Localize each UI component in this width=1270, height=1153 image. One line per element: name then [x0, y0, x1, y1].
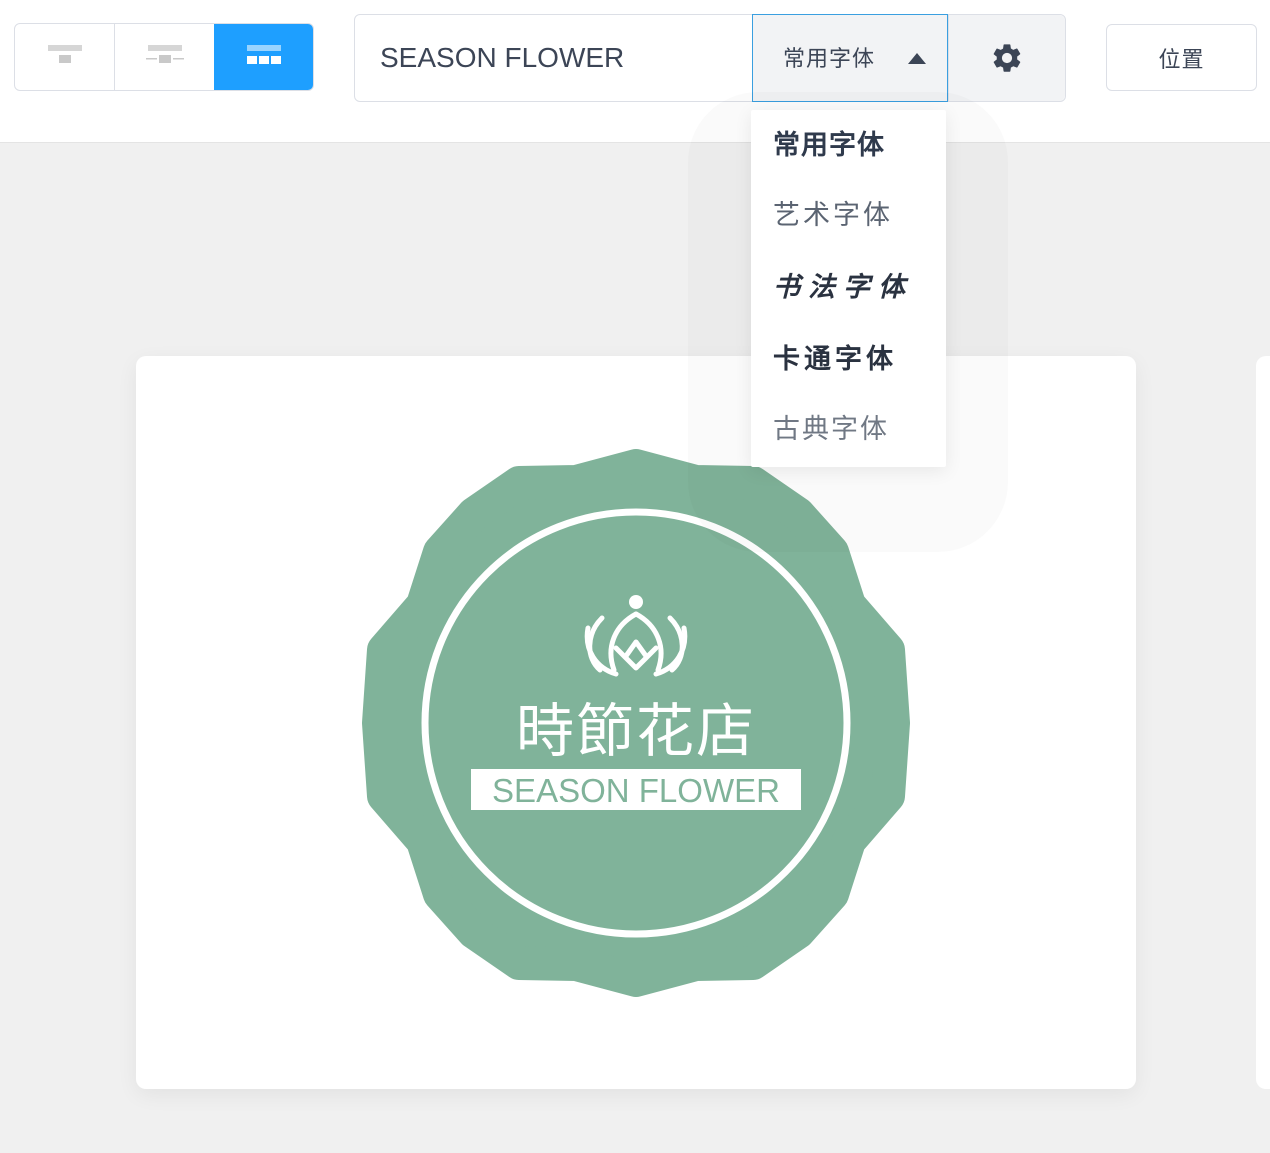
font-option-classical[interactable]: 古典字体	[773, 410, 889, 450]
logo-english-name: SEASON FLOWER	[492, 772, 780, 809]
layout-center-button[interactable]	[114, 24, 214, 90]
position-button[interactable]: 位置	[1106, 24, 1257, 91]
layout-top-button[interactable]	[15, 24, 114, 90]
text-font-bar: 常用字体	[354, 14, 1066, 102]
font-option-calligraphy[interactable]: 书法字体	[773, 268, 913, 308]
layout-grid-icon	[246, 45, 281, 64]
font-option-artistic[interactable]: 艺术字体	[773, 196, 893, 236]
logo-text-input[interactable]	[355, 15, 753, 101]
font-select-label: 常用字体	[783, 47, 876, 72]
layout-toggle-group	[14, 23, 314, 91]
top-toolbar: 常用字体 位置	[0, 0, 1270, 143]
next-canvas-card[interactable]	[1256, 356, 1270, 1089]
layout-center-icon	[145, 45, 184, 63]
font-category-select[interactable]: 常用字体	[752, 14, 948, 102]
settings-button[interactable]	[948, 15, 1065, 101]
font-category-dropdown: 常用字体 艺术字体 书法字体 卡通字体 古典字体	[751, 110, 946, 467]
logo-chinese-name: 時節花店	[516, 697, 756, 765]
gear-icon	[993, 44, 1021, 72]
caret-up-icon	[908, 53, 926, 64]
font-option-cartoon[interactable]: 卡通字体	[773, 340, 897, 380]
layout-top-icon	[47, 45, 82, 63]
layout-grid-button[interactable]	[214, 24, 313, 90]
font-option-common[interactable]: 常用字体	[773, 126, 885, 166]
